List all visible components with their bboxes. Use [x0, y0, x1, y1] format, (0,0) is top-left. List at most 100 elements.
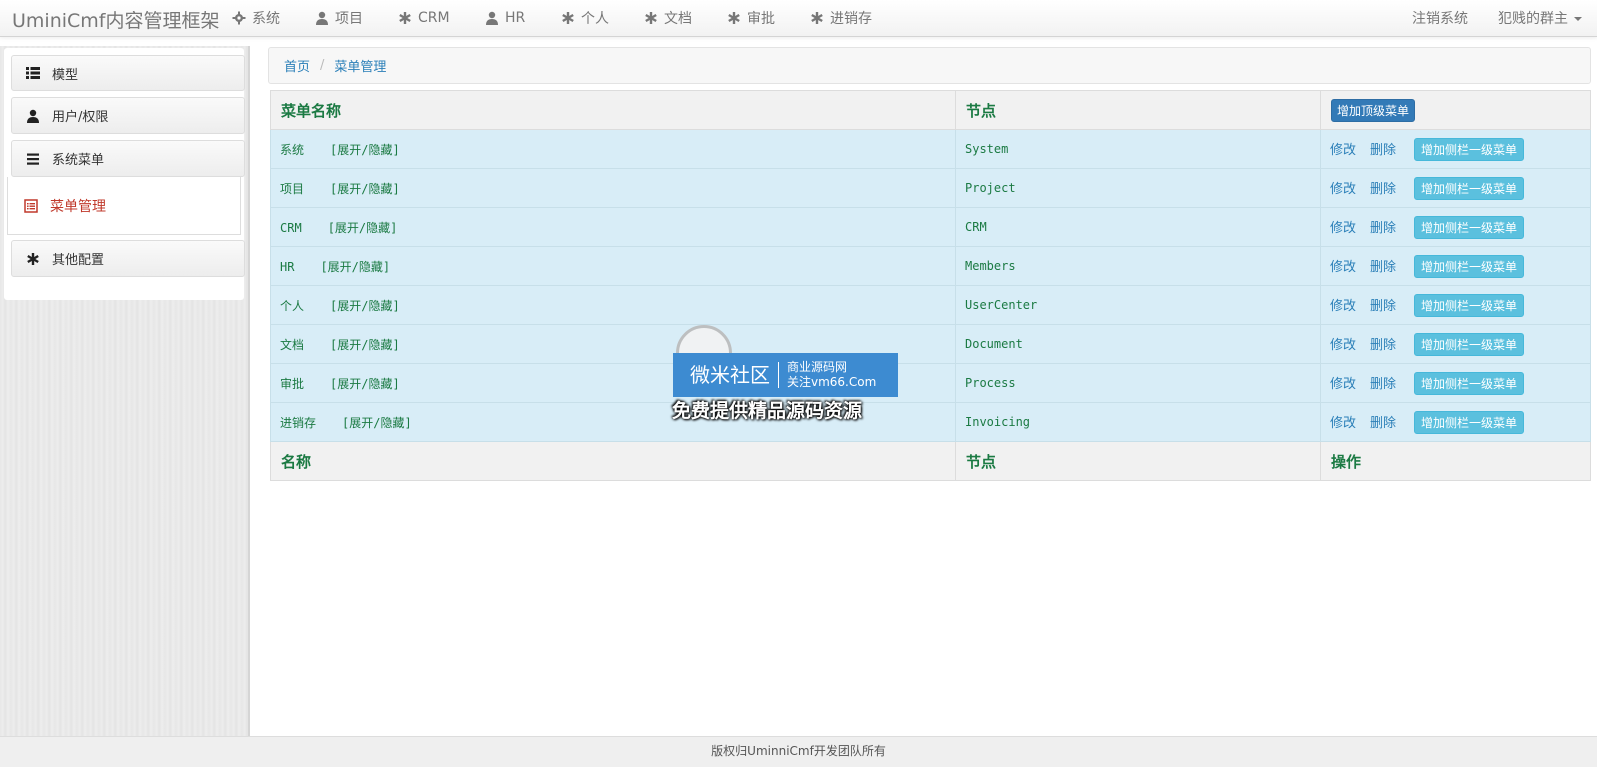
- add-sidebar-menu-button[interactable]: 增加侧栏一级菜单: [1414, 410, 1525, 434]
- expand-toggle-link[interactable]: [展开/隐藏]: [328, 221, 398, 235]
- menu-name[interactable]: 审批: [280, 377, 304, 391]
- delete-link[interactable]: 删除: [1370, 338, 1396, 353]
- table-row: 系统 [展开/隐藏] System 修改 删除 增加侧栏一级菜单: [270, 129, 1591, 169]
- sidebar-item-other-config[interactable]: 其他配置: [11, 240, 245, 277]
- edit-link[interactable]: 修改: [1330, 221, 1356, 236]
- expand-toggle-link[interactable]: [展开/隐藏]: [330, 338, 400, 352]
- expand-toggle-link[interactable]: [展开/隐藏]: [330, 377, 400, 391]
- nav-label: 系统: [252, 11, 280, 27]
- list-alt-icon: [24, 198, 38, 213]
- table-row: 文档 [展开/隐藏] Document 修改 删除 增加侧栏一级菜单: [270, 324, 1591, 364]
- menu-name-cell: 系统 [展开/隐藏]: [270, 129, 956, 169]
- footer-name: 名称: [270, 441, 956, 481]
- sidebar-item-user-permission[interactable]: 用户/权限: [11, 97, 245, 134]
- sidebar-subitem-label: 菜单管理: [50, 198, 106, 215]
- breadcrumb-home[interactable]: 首页: [284, 56, 310, 75]
- asterisk-icon: [399, 12, 411, 24]
- delete-link[interactable]: 删除: [1370, 377, 1396, 392]
- edit-link[interactable]: 修改: [1330, 182, 1356, 197]
- edit-link[interactable]: 修改: [1330, 377, 1356, 392]
- delete-link[interactable]: 删除: [1370, 221, 1396, 236]
- asterisk-icon: [811, 12, 823, 24]
- expand-toggle-link[interactable]: [展开/隐藏]: [330, 182, 400, 196]
- sidebar-item-system-menu[interactable]: 系统菜单: [11, 140, 245, 177]
- delete-link[interactable]: 删除: [1370, 416, 1396, 431]
- sidebar-item-label: 用户/权限: [52, 110, 109, 125]
- nav-label: CRM: [418, 10, 450, 26]
- node-cell: UserCenter: [955, 285, 1321, 325]
- user-icon: [316, 11, 328, 25]
- watermark-line1: 商业源码网: [787, 360, 848, 374]
- watermark-title: 微米社区: [673, 362, 779, 388]
- watermark-subtitle: 商业源码网 关注vm66.Com: [779, 360, 876, 390]
- user-icon: [486, 11, 498, 25]
- menu-name[interactable]: 项目: [280, 182, 304, 196]
- nav-item-project[interactable]: 项目: [315, 8, 363, 28]
- table-footer-row: 名称 节点 操作: [270, 441, 1591, 481]
- node-cell: Process: [955, 363, 1321, 403]
- nav-item-system[interactable]: 系统: [232, 8, 280, 28]
- table-row: HR [展开/隐藏] Members 修改 删除 增加侧栏一级菜单: [270, 246, 1591, 286]
- nav-item-document[interactable]: 文档: [644, 8, 692, 28]
- menu-icon: [27, 153, 39, 165]
- expand-toggle-link[interactable]: [展开/隐藏]: [342, 416, 412, 430]
- edit-link[interactable]: 修改: [1330, 143, 1356, 158]
- delete-link[interactable]: 删除: [1370, 260, 1396, 275]
- add-sidebar-menu-button[interactable]: 增加侧栏一级菜单: [1414, 293, 1525, 317]
- add-sidebar-menu-button[interactable]: 增加侧栏一级菜单: [1414, 254, 1525, 278]
- add-sidebar-menu-button[interactable]: 增加侧栏一级菜单: [1414, 332, 1525, 356]
- nav-label: 个人: [581, 11, 609, 27]
- edit-link[interactable]: 修改: [1330, 299, 1356, 314]
- menu-name[interactable]: CRM: [280, 221, 302, 235]
- brand-title[interactable]: UminiCmf内容管理框架: [12, 6, 219, 33]
- delete-link[interactable]: 删除: [1370, 182, 1396, 197]
- nav-label: 进销存: [830, 11, 872, 27]
- edit-link[interactable]: 修改: [1330, 338, 1356, 353]
- add-sidebar-menu-button[interactable]: 增加侧栏一级菜单: [1414, 215, 1525, 239]
- action-cell: 修改 删除 增加侧栏一级菜单: [1320, 285, 1591, 325]
- header-menu-name: 菜单名称: [270, 90, 956, 130]
- nav-item-personal[interactable]: 个人: [561, 8, 609, 28]
- menu-name[interactable]: 系统: [280, 143, 304, 157]
- table-row: 进销存 [展开/隐藏] Invoicing 修改 删除 增加侧栏一级菜单: [270, 402, 1591, 442]
- caret-down-icon: [1574, 17, 1582, 21]
- edit-link[interactable]: 修改: [1330, 260, 1356, 275]
- table-row: 审批 [展开/隐藏] Process 修改 删除 增加侧栏一级菜单: [270, 363, 1591, 403]
- menu-name[interactable]: 文档: [280, 338, 304, 352]
- add-sidebar-menu-button[interactable]: 增加侧栏一级菜单: [1414, 137, 1525, 161]
- menu-name[interactable]: 进销存: [280, 416, 316, 430]
- logout-link[interactable]: 注销系统: [1412, 8, 1468, 28]
- user-dropdown[interactable]: 犯贱的群主: [1498, 8, 1582, 28]
- sidebar-item-model[interactable]: 模型: [11, 55, 245, 91]
- expand-toggle-link[interactable]: [展开/隐藏]: [330, 143, 400, 157]
- delete-link[interactable]: 删除: [1370, 143, 1396, 158]
- table-row: 个人 [展开/隐藏] UserCenter 修改 删除 增加侧栏一级菜单: [270, 285, 1591, 325]
- user-icon: [27, 109, 39, 123]
- edit-link[interactable]: 修改: [1330, 416, 1356, 431]
- sidebar-subitem-menu-management[interactable]: 菜单管理: [7, 177, 241, 235]
- menu-name[interactable]: HR: [280, 260, 294, 274]
- asterisk-icon: [27, 252, 39, 265]
- nav-item-approval[interactable]: 审批: [727, 8, 775, 28]
- nav-item-hr[interactable]: HR: [485, 8, 525, 28]
- table-body: 系统 [展开/隐藏] System 修改 删除 增加侧栏一级菜单 项目 [展开/隐藏] Proj…: [270, 129, 1591, 442]
- action-cell: 修改 删除 增加侧栏一级菜单: [1320, 246, 1591, 286]
- expand-toggle-link[interactable]: [展开/隐藏]: [330, 299, 400, 313]
- expand-toggle-link[interactable]: [展开/隐藏]: [320, 260, 390, 274]
- add-top-menu-button[interactable]: 增加顶级菜单: [1331, 98, 1416, 122]
- sidebar-item-label: 系统菜单: [52, 153, 105, 168]
- footer-action: 操作: [1320, 441, 1591, 481]
- menu-name[interactable]: 个人: [280, 299, 304, 313]
- sidebar-item-label: 其他配置: [52, 253, 105, 268]
- add-sidebar-menu-button[interactable]: 增加侧栏一级菜单: [1414, 176, 1525, 200]
- delete-link[interactable]: 删除: [1370, 299, 1396, 314]
- nav-item-inventory[interactable]: 进销存: [810, 8, 872, 28]
- sidebar: 模型 用户/权限 系统菜单 菜单管理 其他配置: [4, 48, 245, 300]
- add-sidebar-menu-button[interactable]: 增加侧栏一级菜单: [1414, 371, 1525, 395]
- breadcrumb-current[interactable]: 菜单管理: [334, 56, 386, 75]
- node-cell: CRM: [955, 207, 1321, 247]
- header-node: 节点: [955, 90, 1321, 130]
- nav-item-crm[interactable]: CRM: [398, 8, 450, 28]
- page-footer: 版权归UminniCmf开发团队所有: [0, 736, 1597, 767]
- list-icon: [26, 67, 40, 79]
